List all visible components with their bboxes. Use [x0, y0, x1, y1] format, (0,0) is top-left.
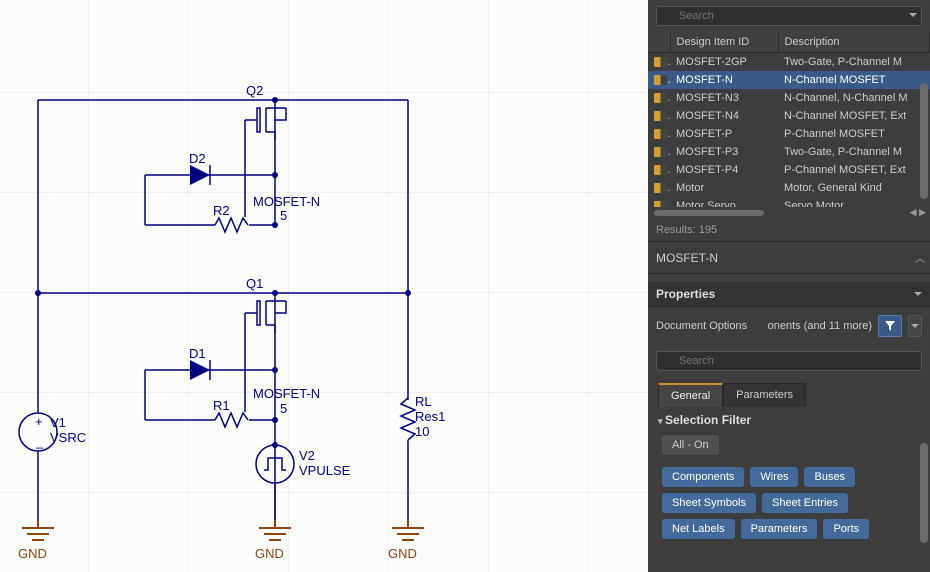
row-desc: Two-Gate, P-Channel M [778, 143, 930, 161]
properties-search-input[interactable] [656, 351, 922, 371]
doc-options-more: onents (and 11 more) [768, 320, 872, 332]
filter-caret-button[interactable] [908, 315, 922, 337]
library-row[interactable]: MOSFET-N4N-Channel MOSFET, Ext [648, 107, 930, 125]
svg-text:VSRC[interactable]: VSRC [50, 430, 86, 445]
label-q1-designator[interactable]: Q1 [246, 276, 263, 291]
row-desc: Motor, General Kind [778, 179, 930, 197]
gnd-v1 [22, 520, 54, 540]
pill-parameters[interactable]: Parameters [741, 519, 818, 539]
component-r2[interactable] [215, 217, 249, 233]
scrollbar-horizontal[interactable] [654, 210, 764, 216]
svg-text:GND: GND [388, 546, 417, 561]
label-d2[interactable]: D2 [189, 151, 206, 166]
label-v1[interactable]: V1 [50, 415, 66, 430]
component-r1[interactable] [215, 412, 249, 428]
pill-all-on[interactable]: All - On [662, 435, 719, 455]
svg-text:_: _ [35, 434, 44, 449]
properties-scrollbar[interactable] [920, 443, 928, 543]
sidebar: 🔍 Design Item ID Description MOSFET-2 [648, 0, 930, 572]
gnd-rl [392, 520, 424, 540]
label-q1-type[interactable]: MOSFET-N [253, 386, 320, 401]
results-count: Results: 195 [648, 219, 930, 241]
component-icon [654, 147, 667, 157]
placed-component-name: MOSFET-N [656, 251, 718, 265]
library-row[interactable]: MOSFET-P3Two-Gate, P-Channel M [648, 143, 930, 161]
doc-options-label[interactable]: Document Options [656, 320, 747, 332]
pill-components[interactable]: Components [662, 467, 744, 487]
library-row[interactable]: MOSFET-2GPTwo-Gate, P-Channel M [648, 53, 930, 71]
row-desc: N-Channel MOSFET [778, 71, 930, 89]
library-row[interactable]: Motor ServoServo Motor [648, 197, 930, 207]
row-id: MOSFET-P4 [670, 161, 778, 179]
component-icon [654, 75, 667, 85]
label-r1[interactable]: R1 [213, 398, 230, 413]
row-id: MOSFET-N [670, 71, 778, 89]
component-icon [654, 57, 667, 67]
component-icon [654, 183, 667, 193]
library-row[interactable]: MOSFET-P4P-Channel MOSFET, Ext [648, 161, 930, 179]
label-rl[interactable]: RL [415, 394, 432, 409]
label-q2-designator[interactable]: Q2 [246, 83, 263, 98]
label-v2[interactable]: V2 [299, 448, 315, 463]
component-rl[interactable] [400, 398, 416, 440]
library-table: Design Item ID Description MOSFET-2GPTwo… [648, 32, 930, 242]
gnd-v2 [259, 520, 291, 540]
library-search-input[interactable] [656, 6, 922, 26]
label-r2v[interactable]: 5 [280, 208, 287, 223]
pill-wires[interactable]: Wires [750, 467, 798, 487]
row-id: MOSFET-P [670, 125, 778, 143]
library-row[interactable]: MOSFET-NN-Channel MOSFET [648, 71, 930, 89]
component-d2[interactable] [190, 165, 210, 185]
library-row[interactable]: MOSFET-N3N-Channel, N-Channel M [648, 89, 930, 107]
chevron-up-icon: ︿ [915, 250, 922, 265]
pill-sheet-symbols[interactable]: Sheet Symbols [662, 493, 756, 513]
caret-down-icon [914, 292, 922, 296]
svg-text:GND: GND [18, 546, 47, 561]
component-d1[interactable] [190, 360, 210, 380]
properties-header[interactable]: Properties [648, 282, 930, 307]
row-desc: Servo Motor [778, 197, 930, 207]
component-icon [654, 129, 667, 139]
svg-text:GND: GND [255, 546, 284, 561]
tab-general[interactable]: General [658, 383, 723, 407]
label-d1[interactable]: D1 [189, 346, 206, 361]
caret-down-icon[interactable] [909, 13, 917, 17]
svg-text:5[interactable]: 5 [280, 401, 287, 416]
pill-buses[interactable]: Buses [804, 467, 855, 487]
svg-text:Res1[interactable]: Res1 [415, 409, 445, 424]
section-selection-filter[interactable]: Selection Filter [648, 407, 930, 433]
scroll-arrows[interactable]: ◀ ▶ [910, 207, 926, 218]
col-design-item-id[interactable]: Design Item ID [670, 32, 778, 53]
label-q2-type[interactable]: MOSFET-N [253, 194, 320, 209]
row-id: MOSFET-N3 [670, 89, 778, 107]
pill-net-labels[interactable]: Net Labels [662, 519, 735, 539]
tab-parameters[interactable]: Parameters [723, 383, 806, 407]
label-r2[interactable]: R2 [213, 203, 230, 218]
svg-text:+: + [35, 414, 43, 429]
placed-component-row[interactable]: MOSFET-N ︿ [648, 242, 930, 274]
col-description[interactable]: Description [778, 32, 930, 53]
row-desc: N-Channel MOSFET, Ext [778, 107, 930, 125]
filter-button[interactable] [878, 315, 902, 337]
row-id: MOSFET-N4 [670, 107, 778, 125]
component-icon [654, 111, 667, 121]
pill-ports[interactable]: Ports [823, 519, 869, 539]
row-id: Motor [670, 179, 778, 197]
row-desc: N-Channel, N-Channel M [778, 89, 930, 107]
row-id: Motor Servo [670, 197, 778, 207]
row-id: MOSFET-P3 [670, 143, 778, 161]
library-row[interactable]: MotorMotor, General Kind [648, 179, 930, 197]
row-desc: Two-Gate, P-Channel M [778, 53, 930, 71]
library-row[interactable]: MOSFET-PP-Channel MOSFET [648, 125, 930, 143]
row-id: MOSFET-2GP [670, 53, 778, 71]
component-icon [654, 93, 667, 103]
scrollbar-vertical[interactable] [920, 83, 928, 199]
row-desc: P-Channel MOSFET, Ext [778, 161, 930, 179]
svg-text:VPULSE[interactable]: VPULSE [299, 463, 351, 478]
schematic-canvas[interactable]: + _ [0, 0, 648, 572]
row-desc: P-Channel MOSFET [778, 125, 930, 143]
pill-sheet-entries[interactable]: Sheet Entries [762, 493, 848, 513]
component-icon [654, 165, 667, 175]
svg-text:10[interactable]: 10 [415, 424, 429, 439]
